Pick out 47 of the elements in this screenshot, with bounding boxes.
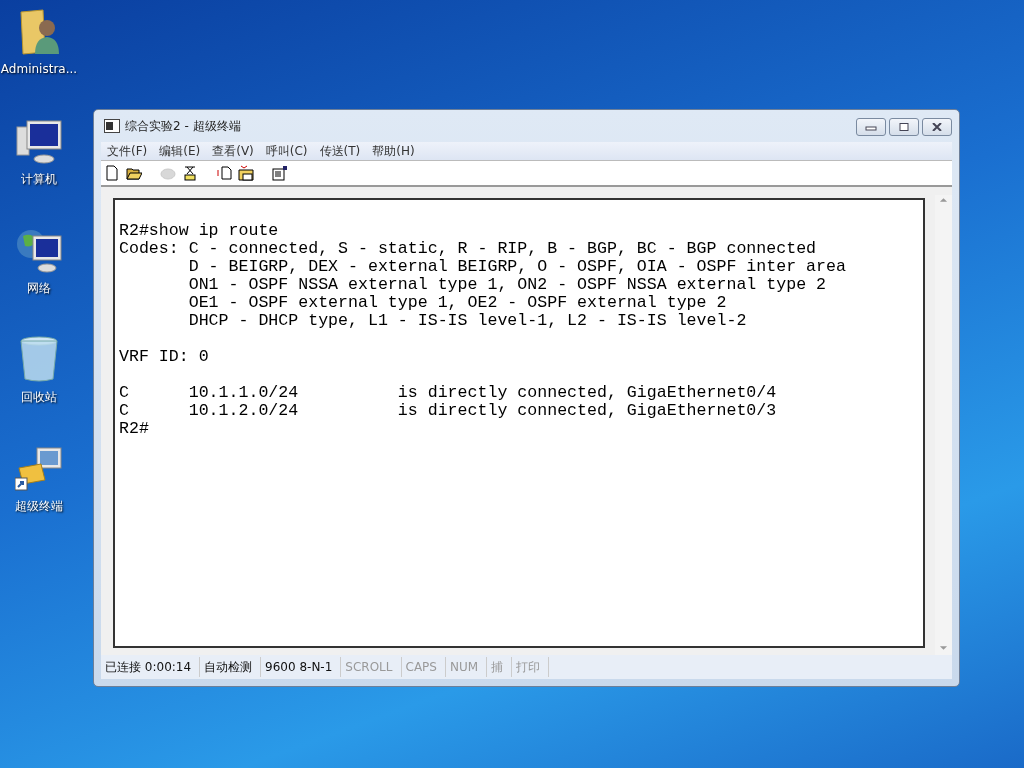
terminal-line: C 10.1.1.0/24 is directly connected, GigaEthernet0/4: [119, 384, 778, 402]
computer-icon[interactable]: [15, 117, 63, 165]
status-segment: 捕: [487, 657, 513, 677]
maximize-icon: [898, 123, 910, 131]
terminal-app-icon: [104, 119, 120, 133]
open-folder-icon[interactable]: [126, 165, 142, 181]
desktop-icon-label[interactable]: Administra...: [0, 62, 78, 76]
maximize-button[interactable]: [889, 118, 919, 136]
desktop-icon-label[interactable]: 超级终端: [15, 498, 63, 515]
status-segment: 已连接 0:00:14: [101, 657, 201, 677]
menu-item[interactable]: 编辑(E): [159, 142, 201, 160]
menu-item[interactable]: 查看(V): [212, 142, 254, 160]
desktop-icon-label[interactable]: 计算机: [21, 171, 57, 188]
terminal-screen[interactable]: [113, 198, 925, 648]
status-segment: CAPS: [401, 657, 446, 677]
terminal-line: OE1 - OSPF external type 1, OE2 - OSPF external type 2: [187, 294, 728, 312]
send-file-icon[interactable]: [216, 165, 232, 181]
minimize-icon: [865, 123, 877, 131]
terminal-line: ON1 - OSPF NSSA external type 1, ON2 - OSPF NSSA external type 2: [187, 276, 827, 294]
close-button[interactable]: [922, 118, 952, 136]
menu-item[interactable]: 文件(F): [107, 142, 148, 160]
status-segment: NUM: [445, 657, 488, 677]
terminal-line: R2#show ip route: [119, 222, 280, 240]
window-title: 综合实验2 - 超级终端: [125, 117, 242, 135]
terminal-line: VRF ID: 0: [119, 348, 210, 366]
terminal-line: C 10.1.2.0/24 is directly connected, GigaEthernet0/3: [119, 402, 778, 420]
status-segment: 9600 8-N-1: [261, 657, 342, 677]
close-icon: [931, 123, 943, 131]
menu-item[interactable]: 传送(T): [319, 142, 361, 160]
vertical-scrollbar[interactable]: [935, 195, 952, 655]
scroll-up-arrow-icon[interactable]: [939, 197, 948, 203]
terminal-line: R2#: [119, 420, 150, 438]
desktop-icon-label[interactable]: 回收站: [21, 389, 57, 406]
terminal-line: DHCP - DHCP type, L1 - IS-IS level-1, L2 - IS-IS level-2: [187, 312, 748, 330]
menu-item[interactable]: 呼叫(C): [265, 142, 308, 160]
desktop-icon-label[interactable]: 网络: [27, 280, 51, 297]
new-file-icon[interactable]: [104, 165, 120, 181]
properties-icon[interactable]: [272, 165, 288, 181]
status-segment: 打印: [512, 657, 550, 677]
terminal-line: D - BEIGRP, DEX - external BEIGRP, O - OSPF, OIA - OSPF inter area: [187, 258, 847, 276]
menu-item[interactable]: 帮助(H): [372, 142, 415, 160]
status-segment: SCROLL: [341, 657, 402, 677]
status-segment: 自动检测: [200, 657, 262, 677]
terminal-line: Codes: C - connected, S - static, R - RIP, B - BGP, BC - BGP connected: [119, 240, 818, 258]
receive-file-icon[interactable]: [238, 165, 254, 181]
phone-computer-shortcut-icon[interactable]: [15, 444, 63, 492]
scroll-down-arrow-icon[interactable]: [939, 645, 948, 651]
